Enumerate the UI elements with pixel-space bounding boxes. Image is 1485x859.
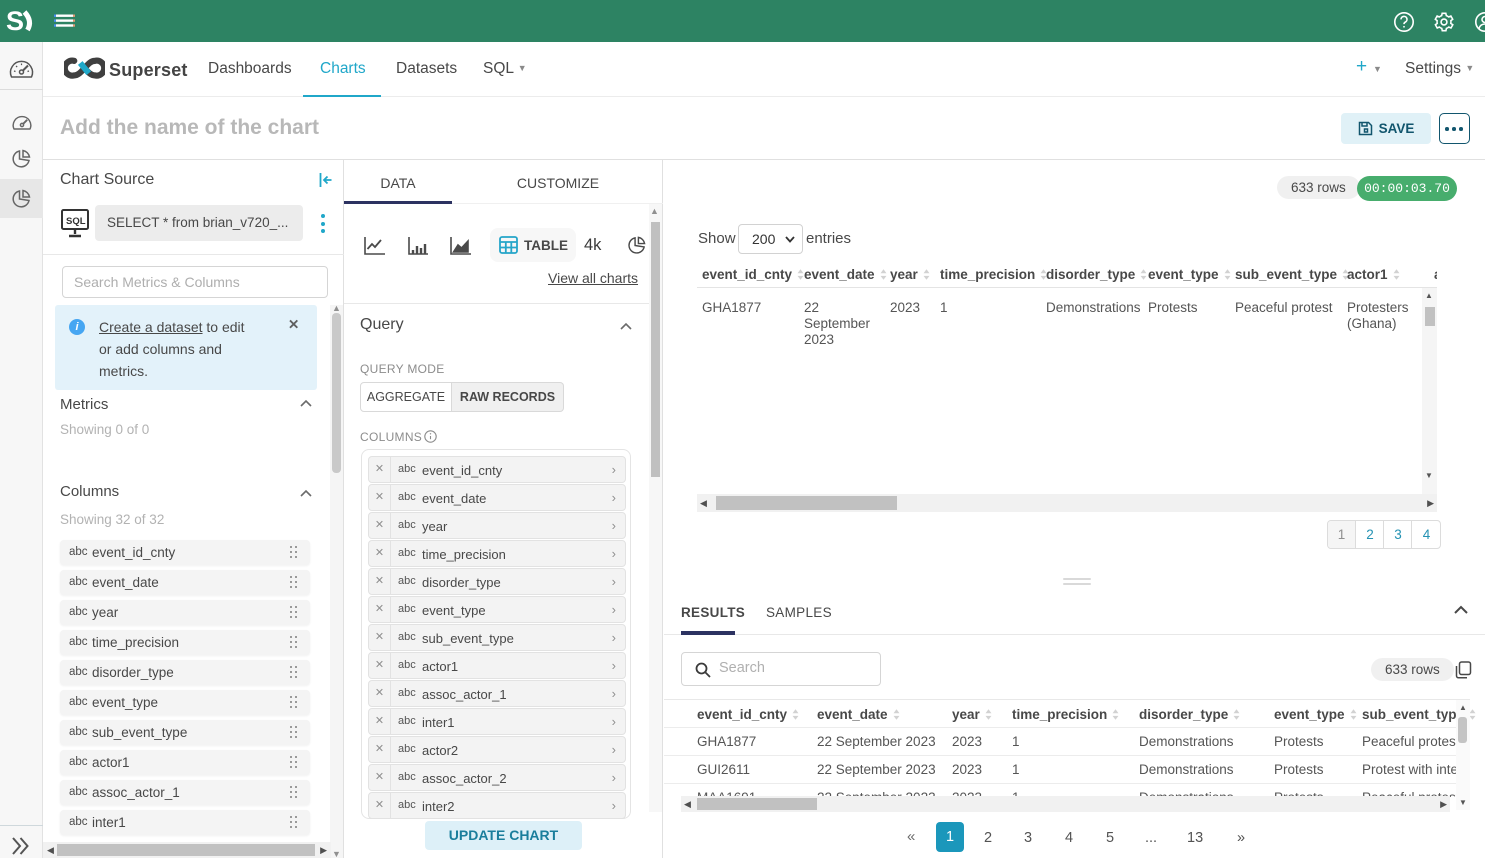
- svg-text:SQL: SQL: [66, 216, 86, 227]
- svg-text:S: S: [6, 10, 24, 32]
